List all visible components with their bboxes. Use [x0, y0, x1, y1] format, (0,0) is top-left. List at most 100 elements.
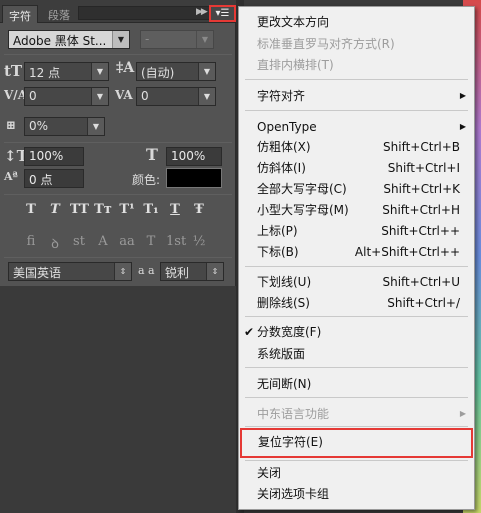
opentype-buttons: fi ꝺ st A aa T 1st ½: [22, 234, 208, 252]
menu-separator: [245, 397, 468, 398]
menu-item-reset-character[interactable]: 复位字符(E): [240, 428, 473, 458]
menu-separator: [245, 266, 468, 267]
chevron-down-icon: ▼: [198, 63, 215, 80]
antialias-icon: a a: [138, 264, 155, 277]
menu-item-character-align[interactable]: 字符对齐 ▶: [239, 86, 474, 106]
menu-item-strikethrough[interactable]: 删除线(S) Shift+Ctrl+/: [239, 293, 474, 313]
font-size-value: 12 点: [29, 66, 61, 80]
leading-select[interactable]: (自动) ▼: [136, 62, 216, 81]
tracking-select[interactable]: 0 ▼: [136, 87, 216, 106]
tsume-icon: ⊞: [6, 118, 17, 132]
fractions-button[interactable]: ½: [190, 234, 208, 252]
titling-alternates-button[interactable]: T: [142, 234, 160, 252]
old-style-button[interactable]: ꝺ: [46, 234, 64, 252]
font-size-icon: tT: [4, 62, 23, 80]
font-style-select[interactable]: - ▼: [140, 30, 214, 49]
menu-item-all-caps[interactable]: 全部大写字母(C) Shift+Ctrl+K: [239, 179, 474, 199]
collapse-icon[interactable]: ▶▶: [196, 7, 208, 17]
font-family-select[interactable]: Adobe 黑体 St... ▼: [8, 30, 130, 49]
shortcut: Shift+Ctrl++: [381, 224, 460, 238]
antialias-select[interactable]: 锐利 ⇕: [160, 262, 224, 281]
menu-item-underline[interactable]: 下划线(U) Shift+Ctrl+U: [239, 272, 474, 292]
shortcut: Shift+Ctrl+I: [387, 161, 460, 175]
panel-tab-bar: 字符 段落 ▶▶ ▾☰: [0, 0, 236, 23]
stylistic-alternates-button[interactable]: aa: [118, 234, 136, 252]
faux-italic-button[interactable]: T: [46, 202, 64, 217]
panel-menu-icon: ▾☰: [215, 8, 230, 19]
checkmark-icon: ✔: [244, 325, 255, 339]
submenu-arrow-icon: ▶: [459, 122, 466, 131]
baseline-shift-field[interactable]: 0 点: [24, 169, 84, 188]
submenu-arrow-icon: ▶: [459, 91, 466, 100]
subscript-button[interactable]: T₁: [142, 202, 160, 217]
chevron-down-icon: ▼: [91, 63, 108, 80]
shortcut: Shift+Ctrl+H: [382, 203, 460, 217]
menu-separator: [245, 79, 468, 80]
menu-item-opentype[interactable]: OpenType ▶: [239, 117, 474, 137]
shortcut: Shift+Ctrl+K: [383, 182, 460, 196]
menu-item-faux-italic[interactable]: 仿斜体(I) Shift+Ctrl+I: [239, 158, 474, 178]
tab-character[interactable]: 字符: [2, 5, 38, 23]
menu-item-middle-eastern-features: 中东语言功能 ▶: [239, 404, 474, 424]
chevron-updown-icon: ⇕: [206, 263, 223, 280]
shortcut: Shift+Ctrl+B: [383, 140, 460, 154]
tracking-value: 0: [141, 89, 149, 103]
shortcut: Shift+Ctrl+U: [382, 275, 460, 289]
panel-menu-button[interactable]: ▾☰: [209, 5, 236, 22]
menu-separator: [245, 367, 468, 368]
tsume-value: 0%: [29, 119, 49, 133]
faux-bold-button[interactable]: T: [22, 202, 40, 217]
horizontal-scale-icon: T: [146, 145, 158, 164]
discretionary-ligatures-button[interactable]: st: [70, 234, 88, 252]
menu-item-no-break[interactable]: 无间断(N): [239, 374, 474, 394]
baseline-shift-icon: Aª: [4, 170, 18, 183]
shortcut: Alt+Shift+Ctrl++: [354, 245, 460, 259]
text-style-buttons: T T TT Tт T¹ T₁ T Ŧ: [22, 202, 208, 217]
kerning-value: 0: [29, 89, 37, 103]
underline-button[interactable]: T: [166, 202, 184, 217]
tab-paragraph[interactable]: 段落: [42, 5, 76, 23]
chevron-down-icon: ▼: [87, 118, 104, 135]
character-panel-flyout-menu: 更改文本方向 标准垂直罗马对齐方式(R) 直排内横排(T) 字符对齐 ▶ Open…: [238, 6, 475, 510]
chevron-updown-icon: ⇕: [114, 263, 131, 280]
menu-item-tate-chu-yoko: 直排内横排(T): [257, 58, 334, 72]
kerning-select[interactable]: 0 ▼: [24, 87, 109, 106]
font-style-value: -: [145, 32, 150, 46]
menu-separator: [245, 426, 468, 427]
menu-item-change-text-orientation[interactable]: 更改文本方向: [239, 12, 474, 32]
menu-item-system-layout[interactable]: 系统版面: [239, 344, 474, 364]
menu-item-faux-bold[interactable]: 仿粗体(X) Shift+Ctrl+B: [239, 137, 474, 157]
tsume-select[interactable]: 0% ▼: [24, 117, 105, 136]
menu-item-subscript[interactable]: 下标(B) Alt+Shift+Ctrl++: [239, 242, 474, 262]
menu-item-fractional-widths[interactable]: ✔ 分数宽度(F): [239, 322, 474, 342]
menu-item-standard-vertical-roman: 标准垂直罗马对齐方式(R): [257, 37, 395, 51]
language-select[interactable]: 美国英语 ⇕: [8, 262, 132, 281]
submenu-arrow-icon: ▶: [459, 409, 466, 418]
character-panel: 字符 段落 ▶▶ ▾☰ Adobe 黑体 St... ▼ - ▼ tT 12 点…: [0, 0, 236, 286]
color-label: 颜色:: [132, 173, 161, 187]
all-caps-button[interactable]: TT: [70, 202, 89, 217]
chevron-down-icon: ▼: [196, 31, 213, 48]
horizontal-scale-field[interactable]: 100%: [166, 147, 222, 166]
ordinals-button[interactable]: 1st: [166, 234, 186, 252]
font-family-value: Adobe 黑体 St...: [13, 34, 107, 48]
tracking-icon: VA: [115, 88, 133, 102]
text-color-swatch[interactable]: [166, 168, 222, 188]
ligatures-button[interactable]: fi: [22, 234, 40, 252]
menu-separator: [245, 460, 468, 461]
vertical-scale-field[interactable]: 100%: [24, 147, 84, 166]
divider: [4, 54, 232, 55]
chevron-down-icon: ▼: [112, 31, 129, 48]
menu-item-small-caps[interactable]: 小型大写字母(M) Shift+Ctrl+H: [239, 200, 474, 220]
shortcut: Shift+Ctrl+/: [387, 296, 460, 310]
menu-item-close-tab-group[interactable]: 关闭选项卡组: [239, 484, 474, 504]
tab-strip: [78, 6, 210, 20]
menu-separator: [245, 110, 468, 111]
strikethrough-button[interactable]: Ŧ: [190, 202, 208, 217]
superscript-button[interactable]: T¹: [118, 202, 136, 217]
swash-button[interactable]: A: [94, 234, 112, 252]
menu-item-superscript[interactable]: 上标(P) Shift+Ctrl++: [239, 221, 474, 241]
small-caps-button[interactable]: Tт: [94, 202, 112, 217]
font-size-select[interactable]: 12 点 ▼: [24, 62, 109, 81]
menu-item-close[interactable]: 关闭: [239, 463, 474, 483]
